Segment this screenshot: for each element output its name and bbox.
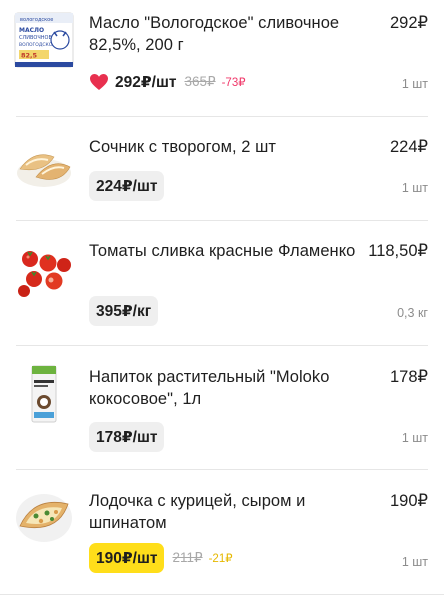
product-title[interactable]: Лодочка с курицей, сыром и шпинатом: [89, 490, 361, 534]
unit-price-badge: 224₽/шт: [89, 171, 165, 201]
old-price: 211₽: [172, 550, 203, 565]
heart-icon[interactable]: [89, 73, 109, 91]
quantity-label: 1 шт: [401, 555, 428, 569]
product-price: 224₽: [389, 138, 428, 156]
unit-price-badge: 190₽/шт: [89, 543, 165, 573]
divider: [16, 116, 428, 117]
unit-price-row: 224₽/шт: [89, 171, 165, 201]
product-price: 190₽: [389, 492, 428, 510]
product-title[interactable]: Томаты сливка красные Фламенко: [89, 240, 361, 262]
unit-price-row: 190₽/шт 211₽ -21₽: [89, 543, 233, 573]
svg-text:ВОЛОГОДСКОЕ: ВОЛОГОДСКОЕ: [19, 42, 55, 48]
svg-text:СЛИВОЧНОЕ: СЛИВОЧНОЕ: [19, 35, 52, 41]
unit-price-row: 178₽/шт: [89, 422, 165, 452]
quantity-label: 1 шт: [401, 431, 428, 445]
svg-text:МАСЛО: МАСЛО: [19, 27, 44, 34]
divider: [16, 469, 428, 470]
coconut-milk-image[interactable]: [14, 364, 74, 424]
product-title[interactable]: Сочник с творогом, 2 шт: [89, 136, 361, 158]
svg-text:вологодское: вологодское: [20, 17, 53, 23]
butter-pack-image[interactable]: вологодское МАСЛО СЛИВОЧНОЕ ВОЛОГОДСКОЕ …: [14, 10, 74, 70]
tomatoes-image[interactable]: [14, 239, 74, 299]
divider: [16, 220, 428, 221]
svg-text:82,5: 82,5: [21, 52, 38, 60]
sochnik-image[interactable]: [14, 135, 74, 195]
divider: [16, 345, 428, 346]
old-price: 365₽: [184, 74, 216, 89]
unit-price-row: 292₽/шт 365₽ -73₽: [89, 67, 246, 97]
discount-label: -73₽: [221, 77, 246, 89]
quantity-label: 0,3 кг: [397, 306, 428, 320]
product-price: 118,50₽: [368, 242, 428, 260]
product-title[interactable]: Напиток растительный "Moloko кокосовое",…: [89, 366, 361, 410]
discount-label: -21₽: [208, 553, 233, 565]
unit-price-badge: 395₽/кг: [89, 296, 159, 326]
chicken-boat-image[interactable]: [14, 488, 74, 548]
unit-price-row: 395₽/кг: [89, 296, 159, 326]
unit-price-badge: 292₽/шт: [115, 73, 177, 91]
divider: [0, 594, 444, 595]
product-title[interactable]: Масло "Вологодское" сливочное 82,5%, 200…: [89, 12, 361, 56]
product-price: 178₽: [389, 368, 428, 386]
quantity-label: 1 шт: [401, 77, 428, 91]
product-price: 292₽: [389, 14, 428, 32]
quantity-label: 1 шт: [401, 181, 428, 195]
unit-price-badge: 178₽/шт: [89, 422, 165, 452]
